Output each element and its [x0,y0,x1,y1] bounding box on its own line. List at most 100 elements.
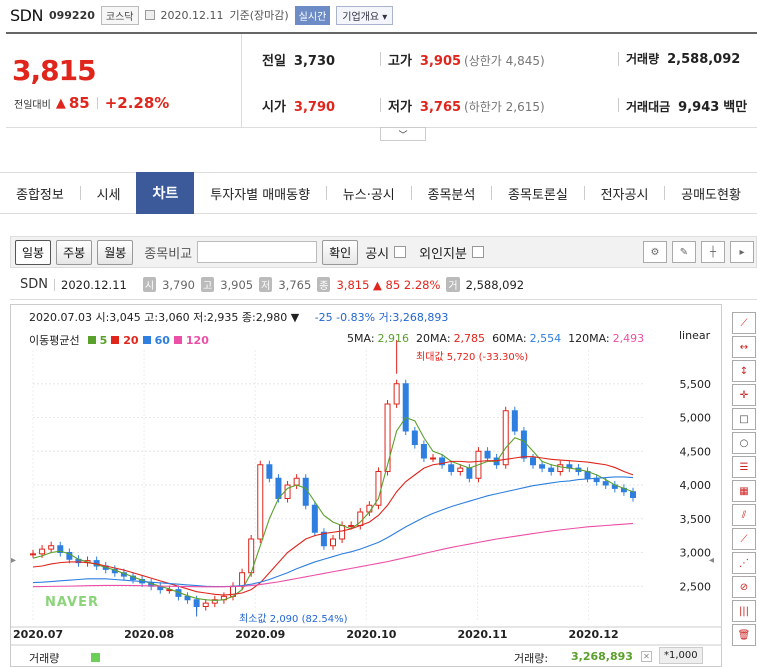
candle-body [202,602,209,607]
volume: 거래량 2,588,092 [626,50,740,67]
settings-icon[interactable]: ⚙ [643,241,667,263]
quote-date: 2020.12.11 [160,8,224,22]
change-label: 전일대비 [14,99,51,111]
fibonacci-tool-icon[interactable]: ☰ [732,456,756,478]
monthly-button[interactable]: 월봉 [97,239,134,265]
candle-body [457,467,464,472]
close-volume-icon[interactable]: ✕ [641,651,652,662]
channel-tool-icon[interactable]: ⫽ [732,504,756,526]
crosshair-tool-icon[interactable]: ✛ [732,384,756,406]
foreign-checkbox[interactable] [471,246,484,258]
compare-input[interactable] [197,241,318,263]
period-tool-icon[interactable]: ||| [732,600,756,622]
fan-tool-icon[interactable]: ⟋ [732,528,756,550]
circle-tool-icon[interactable]: ○ [732,432,756,454]
amount-unit: 백만 [723,100,748,115]
tab-price[interactable]: 시세 [81,172,137,214]
change-divider [96,97,98,109]
daily-button[interactable]: 일봉 [15,239,52,265]
expand-toggle[interactable]: ﹀ [380,127,426,141]
tab-discussion[interactable]: 종목토론실 [492,172,584,214]
candle-body [502,410,509,466]
calendar-icon [144,10,155,20]
info-volume: 2,588,092 [465,277,525,292]
volume-readout-label: 거래량: [514,652,549,665]
candle-body [330,538,336,547]
y-tick-label: 4,000 [680,479,712,492]
up-arrow-icon: ▲ [55,95,66,111]
candle-body [193,599,200,607]
y-tick-label: 5,500 [680,378,712,391]
expand-icon[interactable]: ▸ [730,241,754,263]
weekly-button[interactable]: 주봉 [56,239,93,265]
y-tick-label: 2,500 [680,580,712,593]
x-tick-label: 2020.08 [124,628,174,641]
horizontal-line-tool-icon[interactable]: ↔ [732,336,756,358]
tab-investor-trading[interactable]: 투자자별 매매동향 [194,172,326,214]
open-price: 시가 3,790 [262,96,335,115]
confirm-button[interactable]: 확인 [322,239,359,265]
amount-value: 9,943 [678,100,720,115]
quote-panel: 3,815 전일대비 ▲ 85 +2.28% 전일 3,730 고가 3,905… [6,32,757,141]
notice-checkbox[interactable] [394,246,407,258]
candle-body [466,467,473,479]
volume-panel-label: 거래량 [29,652,60,665]
candle-body [630,491,636,498]
erase-tool-icon[interactable]: ⊘ [732,576,756,598]
foreign-label: 외인지분 [419,246,467,262]
indicator-icon[interactable]: ┼ [701,241,725,263]
company-info-label: 기업개요 [342,11,380,23]
candle-body [557,464,564,472]
low-value: 3,765 [419,100,462,115]
price-chart: 2020.07.03 시:3,045 고:3,060 저:2,935 종:2,9… [10,304,722,667]
open-label: 시가 [262,100,286,115]
max-annotation: 최대값 5,720 (-33.30%) [416,352,529,363]
x-tick-label: 2020.11 [457,628,507,641]
min-annotation: 최소값 2,090 (82.54%) [239,614,348,625]
high-value: 3,905 [419,54,462,69]
candle-body [339,525,346,540]
parallel-tool-icon[interactable]: ⋰ [732,552,756,574]
chart-toolbar: 일봉 주봉 월봉 종목비교 확인 공시 외인지분 ⚙ ✎ ┼ ▸ [10,236,757,268]
volume-tag: 거 [446,277,460,292]
candle-body [239,572,246,587]
x-tick-label: 2020.12 [569,628,619,641]
trendline-tool-icon[interactable]: ⟋ [732,312,756,334]
info-low: 3,765 [278,277,312,292]
candle-body [284,484,291,499]
candle-body [184,595,191,601]
tab-news[interactable]: 뉴스·공시 [327,172,411,214]
tab-disclosure[interactable]: 전자공시 [585,172,665,214]
company-info-dropdown[interactable]: 기업개요 ▾ [336,5,394,25]
vertical-line-tool-icon[interactable]: ↕ [732,360,756,382]
candle-body [402,383,409,432]
chart-scroll-right[interactable]: ◂ [709,555,721,575]
candle-body [520,430,527,459]
realtime-button[interactable]: 실시간 [294,5,331,25]
candle-body [548,467,555,472]
chart-scroll-left[interactable]: ▸ [11,555,23,575]
main-tabs: 종합정보 시세 차트 투자자별 매매동향 뉴스·공시 종목분석 종목토론실 전자… [0,172,757,214]
draw-icon[interactable]: ✎ [672,241,696,263]
candle-body [48,545,55,550]
rectangle-tool-icon[interactable]: □ [732,408,756,430]
candle-body [384,403,391,472]
current-price: 3,815 [12,54,97,87]
trade-amount: 거래대금 9,943 백만 [626,96,747,115]
delete-tool-icon[interactable]: 🗑 [732,624,756,646]
low-label: 저가 [388,100,412,115]
grid-tool-icon[interactable]: ▦ [732,480,756,502]
volume-swatch [91,653,100,662]
tab-chart[interactable]: 차트 [136,172,195,214]
upper-limit: (상한가 4,845) [464,54,545,68]
candle-body [393,383,400,405]
candle-body [448,464,455,472]
ma-line-5 [32,416,634,601]
tab-overview[interactable]: 종합정보 [0,172,80,214]
y-tick-label: 3,000 [680,547,712,560]
info-high: 3,905 [220,277,254,292]
tab-analysis[interactable]: 종목분석 [411,172,491,214]
market-badge: 코스닥 [100,5,139,25]
tab-short-selling[interactable]: 공매도현황 [665,172,757,214]
compare-label: 종목비교 [144,246,193,262]
